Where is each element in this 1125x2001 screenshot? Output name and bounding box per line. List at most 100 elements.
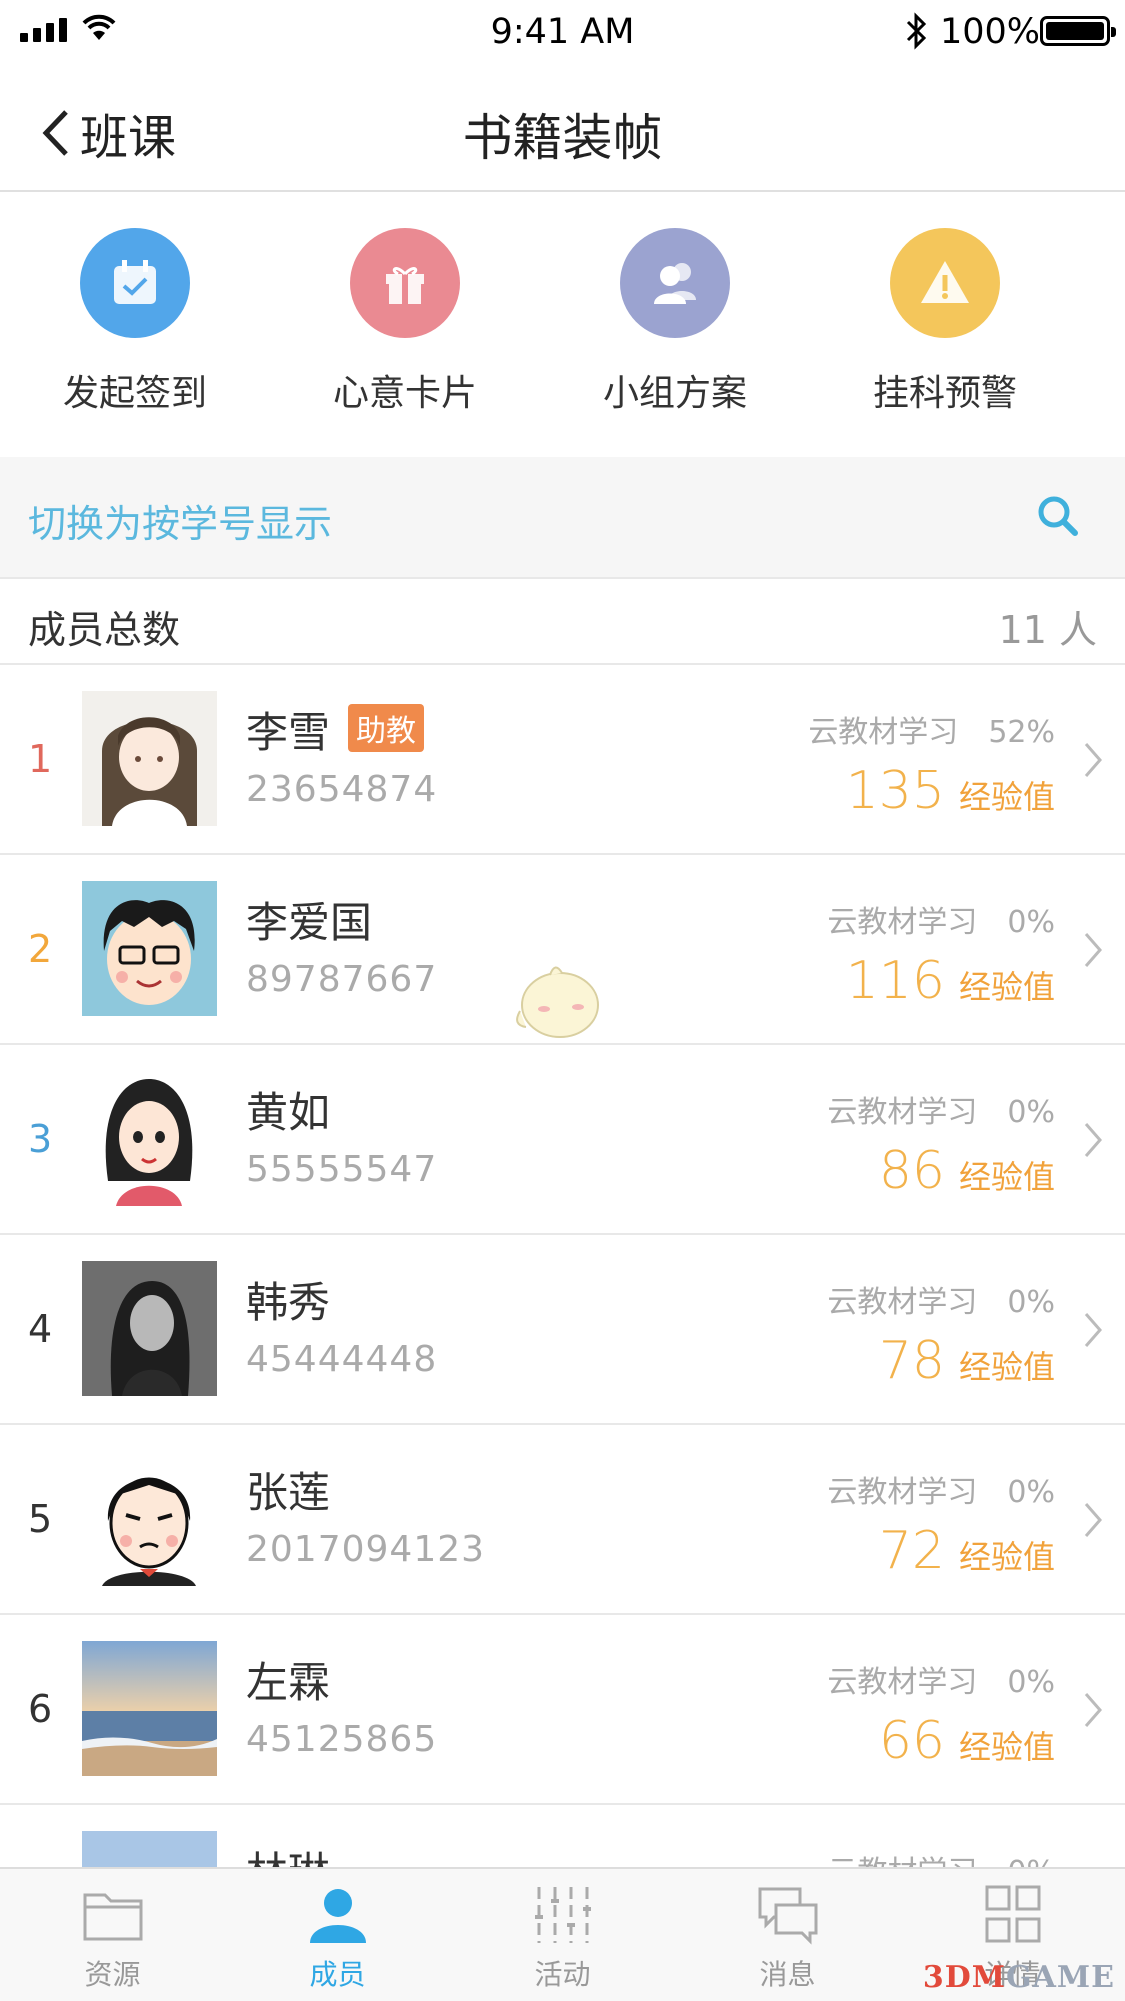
study-progress: 云教材学习 0% bbox=[827, 1467, 1055, 1511]
experience-unit: 经验值 bbox=[958, 1348, 1055, 1386]
member-name: 左霖 bbox=[246, 1658, 331, 1707]
action-label: 心意卡片 bbox=[332, 373, 477, 414]
watermark-suffix: GAME bbox=[1006, 1960, 1115, 1995]
switch-display-label: 切换为按学号显示 bbox=[28, 502, 333, 546]
member-count-value: 11 人 bbox=[998, 608, 1097, 652]
watermark-logo: 3DMGAME bbox=[923, 1960, 1115, 1995]
study-percent: 0% bbox=[1007, 1665, 1055, 1700]
member-count-bar: 成员总数 11 人 bbox=[0, 577, 1125, 665]
member-name: 李爱国 bbox=[246, 898, 373, 947]
study-progress: 云教材学习 0% bbox=[827, 1277, 1055, 1321]
tab-label: 消息 bbox=[759, 1958, 816, 1991]
member-list: 1 李雪 助教 23654874 云教材学习 52% 135 经验值 2 李爱国… bbox=[0, 665, 1125, 1995]
member-count-label: 成员总数 bbox=[28, 608, 181, 652]
member-name: 张莲 bbox=[246, 1468, 331, 1517]
action-fail-warning[interactable]: 挂科预警 bbox=[810, 192, 1080, 457]
avatar bbox=[82, 881, 217, 1016]
avatar bbox=[82, 1261, 217, 1396]
chevron-right-icon bbox=[1084, 1313, 1102, 1347]
chat-icon bbox=[758, 1887, 817, 1945]
group-icon bbox=[620, 228, 730, 338]
experience-unit: 经验值 bbox=[958, 1538, 1055, 1576]
rank-number: 4 bbox=[28, 1307, 53, 1351]
calendar-check-icon bbox=[80, 228, 190, 338]
mascot-sticker bbox=[516, 966, 599, 1038]
tab-messages[interactable]: 消息 bbox=[675, 1869, 900, 2001]
experience-value: 72 bbox=[878, 1521, 945, 1581]
sliders-icon bbox=[534, 1887, 591, 1943]
experience: 86 经验值 bbox=[879, 1141, 1055, 1201]
action-label: 挂科预警 bbox=[872, 373, 1017, 414]
chevron-right-icon bbox=[1084, 1693, 1102, 1727]
battery-icon bbox=[1040, 16, 1116, 46]
study-label: 云教材学习 bbox=[827, 1665, 978, 1700]
gift-icon bbox=[350, 228, 460, 338]
tab-activities[interactable]: 活动 bbox=[450, 1869, 675, 2001]
action-label: 小组方案 bbox=[602, 373, 747, 414]
study-label: 云教材学习 bbox=[827, 905, 978, 940]
person-icon bbox=[309, 1889, 366, 1943]
experience-value: 116 bbox=[845, 951, 945, 1011]
rank-number: 2 bbox=[28, 927, 53, 971]
search-icon[interactable] bbox=[1035, 493, 1081, 539]
action-gift-card[interactable]: 心意卡片 bbox=[270, 192, 540, 457]
experience-unit: 经验值 bbox=[958, 1728, 1055, 1766]
study-label: 云教材学习 bbox=[827, 1475, 978, 1510]
member-row[interactable]: 6 左霖 45125865 云教材学习 0% 66 经验值 bbox=[0, 1615, 1125, 1805]
member-name: 韩秀 bbox=[246, 1278, 331, 1327]
study-progress: 云教材学习 52% bbox=[808, 707, 1055, 751]
student-id: 89787667 bbox=[246, 959, 438, 1000]
action-checkin[interactable]: 发起签到 bbox=[0, 192, 270, 457]
experience-value: 86 bbox=[878, 1141, 945, 1201]
member-row[interactable]: 1 李雪 助教 23654874 云教材学习 52% 135 经验值 bbox=[0, 665, 1125, 855]
switch-display-bar[interactable]: 切换为按学号显示 bbox=[0, 457, 1125, 577]
study-percent: 0% bbox=[1007, 905, 1055, 940]
experience-unit: 经验值 bbox=[958, 968, 1055, 1006]
member-row[interactable]: 2 李爱国 89787667 云教材学习 0% 116 经验值 bbox=[0, 855, 1125, 1045]
warning-icon bbox=[890, 228, 1000, 338]
action-label: 发起签到 bbox=[62, 373, 207, 414]
member-row[interactable]: 3 黄如 55555547 云教材学习 0% 86 经验值 bbox=[0, 1045, 1125, 1235]
study-percent: 0% bbox=[1007, 1095, 1055, 1130]
tab-label: 资源 bbox=[84, 1958, 141, 1991]
experience-unit: 经验值 bbox=[958, 778, 1055, 816]
student-id: 2017094123 bbox=[246, 1529, 486, 1570]
quick-actions: 发起签到 心意卡片 小组方案 挂科预警 bbox=[0, 192, 1125, 457]
tab-label: 成员 bbox=[309, 1958, 366, 1991]
experience-value: 78 bbox=[878, 1331, 945, 1391]
avatar bbox=[82, 1071, 217, 1206]
study-label: 云教材学习 bbox=[827, 1095, 978, 1130]
grid-icon bbox=[985, 1885, 1040, 1943]
page: 9:41 AM 100% 班课 书籍装帧 发起签到 心意卡片 小组方案 挂科预警… bbox=[0, 0, 1125, 2001]
member-row[interactable]: 5 张莲 2017094123 云教材学习 0% 72 经验值 bbox=[0, 1425, 1125, 1615]
study-label: 云教材学习 bbox=[827, 1285, 978, 1320]
tab-label: 活动 bbox=[534, 1958, 591, 1991]
experience: 66 经验值 bbox=[879, 1711, 1055, 1771]
avatar bbox=[82, 1641, 217, 1776]
experience-unit: 经验值 bbox=[958, 1158, 1055, 1196]
chevron-right-icon bbox=[1084, 1503, 1102, 1537]
tab-members[interactable]: 成员 bbox=[225, 1869, 450, 2001]
experience: 116 经验值 bbox=[846, 951, 1055, 1011]
rank-number: 6 bbox=[28, 1687, 53, 1731]
action-group-plan[interactable]: 小组方案 bbox=[540, 192, 810, 457]
folder-icon bbox=[83, 1893, 142, 1941]
tab-bar: 资源 成员 活动 消息 详情 3DMGAME bbox=[0, 1867, 1125, 2001]
student-id: 55555547 bbox=[246, 1149, 438, 1190]
tab-resources[interactable]: 资源 bbox=[0, 1869, 225, 2001]
chevron-right-icon bbox=[1084, 743, 1102, 777]
status-bar: 9:41 AM 100% bbox=[0, 0, 1125, 62]
assistant-badge: 助教 bbox=[348, 704, 425, 752]
study-progress: 云教材学习 0% bbox=[827, 897, 1055, 941]
nav-bar: 班课 书籍装帧 bbox=[0, 62, 1125, 192]
member-name-text: 李雪 bbox=[246, 708, 331, 757]
rank-number: 3 bbox=[28, 1117, 53, 1161]
rank-number: 1 bbox=[28, 737, 53, 781]
study-percent: 0% bbox=[1007, 1475, 1055, 1510]
member-row[interactable]: 4 韩秀 45444448 云教材学习 0% 78 经验值 bbox=[0, 1235, 1125, 1425]
page-title: 书籍装帧 bbox=[462, 109, 663, 167]
experience-value: 66 bbox=[878, 1711, 945, 1771]
rank-number: 5 bbox=[28, 1497, 53, 1541]
bluetooth-icon bbox=[906, 12, 927, 50]
member-name: 黄如 bbox=[246, 1088, 331, 1137]
